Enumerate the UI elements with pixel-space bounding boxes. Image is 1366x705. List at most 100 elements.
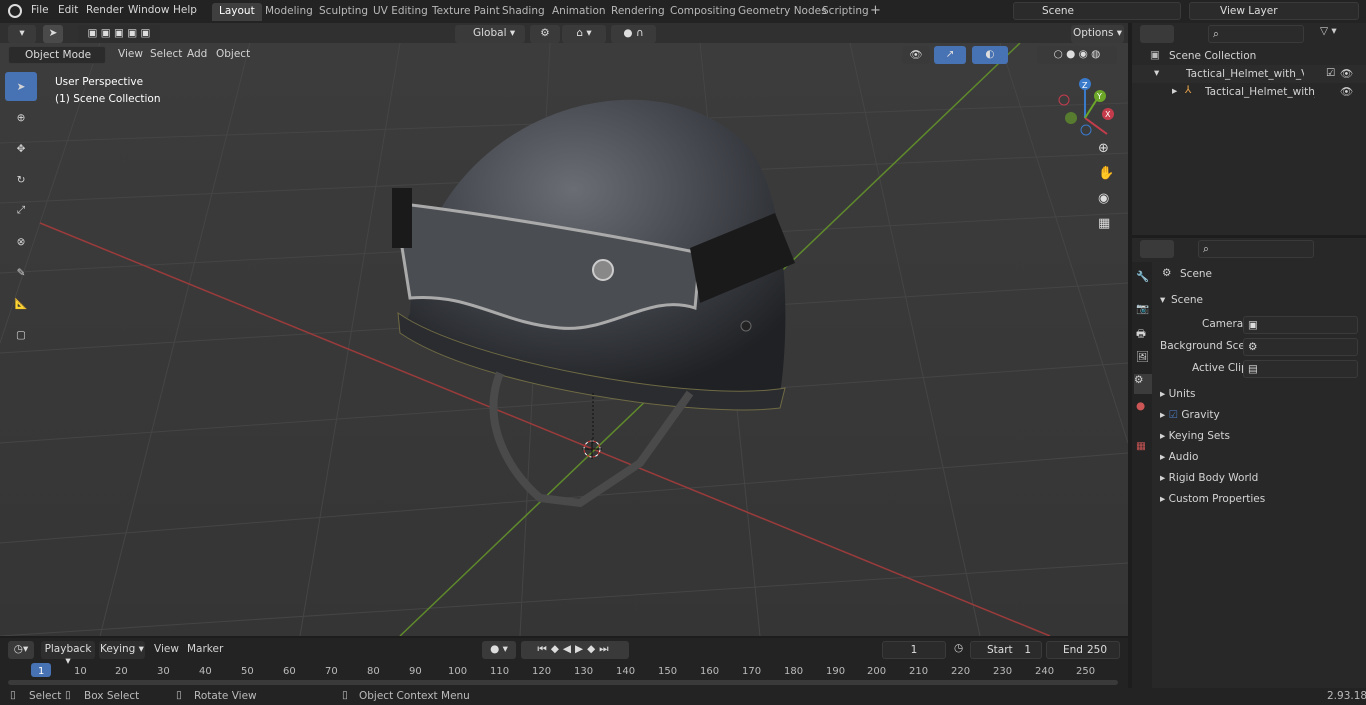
select-box-tool-icon[interactable]: ➤ [5,72,37,101]
pivot-icon[interactable]: ⚙ [530,25,560,43]
mouse-middle-icon: ▯ [176,689,182,701]
expand-chevron-icon[interactable]: ▸ [1172,85,1177,97]
scene-panel-title[interactable]: Scene [1171,294,1203,306]
tab-scripting[interactable]: Scripting [815,3,876,21]
expand-chevron-icon[interactable]: ▾ [1154,67,1159,79]
playback-controls[interactable]: ⏮◆◀▶◆⏭ [521,641,629,659]
background-scene-field[interactable]: ⚙ [1243,338,1358,356]
viewport-menu-object[interactable]: Object [216,48,250,60]
gravity-checkbox[interactable]: ☑ [1169,409,1178,421]
overlay-toggle-icon[interactable]: ◐ [972,46,1008,64]
camera-field[interactable]: ▣ [1243,316,1358,334]
menu-help[interactable]: Help [173,4,197,16]
mouse-right-icon: ▯ [342,689,348,701]
tab-rendering[interactable]: Rendering [604,3,672,21]
section-keying-sets[interactable]: ▸ Keying Sets [1160,430,1230,442]
record-button[interactable]: ● ▾ [482,641,516,659]
frame-tick: 60 [283,666,296,677]
clock-icon[interactable]: ◷ [954,642,963,654]
output-tab-icon[interactable]: 🖶 [1136,326,1146,344]
add-cube-tool-icon[interactable]: ▢ [5,320,37,349]
blender-logo-icon[interactable] [8,4,22,18]
add-workspace-icon[interactable]: + [870,3,881,18]
active-clip-field[interactable]: ▤ [1243,360,1358,378]
visibility-icon[interactable]: 👁 [902,46,930,64]
timeline-menu-marker[interactable]: Marker [187,643,223,655]
timeline-menu-view[interactable]: View [154,643,179,655]
tool-tab-icon[interactable]: 🔧 [1136,270,1149,283]
rotate-tool-icon[interactable]: ↻ [5,165,37,194]
viewport-menu-view[interactable]: View [118,48,143,60]
outliner-search-input[interactable]: ⌕ [1208,25,1304,43]
menu-edit[interactable]: Edit [58,4,78,16]
editor-type-button[interactable]: ▾ [8,25,36,43]
section-custom-properties[interactable]: ▸ Custom Properties [1160,493,1265,505]
section-units[interactable]: ▸ Units [1160,388,1195,400]
frame-tick: 220 [951,666,971,677]
viewport-header: Object Mode View Select Add Object 👁 ↗ ◐… [0,44,1128,65]
view-layer-selector[interactable]: View Layer [1189,2,1359,20]
section-audio[interactable]: ▸ Audio [1160,451,1198,463]
tab-modeling[interactable]: Modeling [258,3,320,21]
snap-icon[interactable]: ⌂ ▾ [562,25,606,43]
properties-tabs: 🔧 📷 🖶 🖼 ⚙ ● ▦ [1132,262,1152,688]
outliner-row-collection[interactable]: ▾ Tactical_Helmet_with_Visor_G ☑ 👁 [1132,65,1366,83]
render-tab-icon[interactable]: 📷 [1136,302,1149,315]
timeline-menu-playback[interactable]: Playback ▾ [41,641,95,667]
menu-file[interactable]: File [31,4,49,16]
outliner-row-object[interactable]: ▸ ⅄ Tactical_Helmet_with_Vis 👁 [1132,83,1366,101]
gizmo-toggle-icon[interactable]: ↗ [934,46,966,64]
eye-icon[interactable]: 👁 [1340,67,1353,80]
eye-icon[interactable]: 👁 [1340,85,1353,98]
start-frame-field[interactable]: Start 1 [970,641,1042,659]
viewport-menu-select[interactable]: Select [150,48,182,60]
current-frame-field[interactable]: 1 [882,641,946,659]
filter-icon[interactable]: ▽ ▾ [1320,25,1337,37]
properties-search-input[interactable]: ⌕ [1198,240,1314,258]
tab-layout[interactable]: Layout [212,3,262,21]
tab-shading[interactable]: Shading [495,3,552,21]
move-tool-icon[interactable]: ✥ [5,134,37,163]
perspective-toggle-icon[interactable]: ▦ [1098,216,1110,231]
tool-select-icon[interactable]: ➤ [43,25,63,43]
outliner-editor-type[interactable] [1140,25,1174,43]
transform-orientation[interactable]: Global ▾ [455,25,525,43]
shading-mode-buttons[interactable]: ○ ● ◉ ◍ [1037,46,1117,64]
outliner-item-collection[interactable]: Tactical_Helmet_with_Visor_G [1186,68,1304,80]
3d-viewport[interactable]: Z Y X User Perspective (1) Scene Collect… [0,43,1128,636]
timeline-scrollbar[interactable] [8,680,1118,685]
menu-window[interactable]: Window [128,4,169,16]
section-gravity[interactable]: ▸ ☑ Gravity [1160,409,1220,421]
end-frame-field[interactable]: End 250 [1046,641,1120,659]
outliner-item-object[interactable]: Tactical_Helmet_with_Vis [1205,86,1315,98]
scene-tab-icon[interactable]: ⚙ [1134,374,1152,394]
world-tab-icon[interactable]: ● [1136,400,1145,412]
options-button[interactable]: Options ▾ [1071,25,1124,43]
pan-hand-icon[interactable]: ✋ [1098,166,1114,181]
menu-render[interactable]: Render [86,4,123,16]
transform-tool-icon[interactable]: ⊗ [5,227,37,256]
scene-name: Scene [1042,5,1075,17]
camera-view-icon[interactable]: ◉ [1098,191,1109,206]
section-rigid-body-world[interactable]: ▸ Rigid Body World [1160,472,1258,484]
texture-tab-icon[interactable]: ▦ [1136,440,1146,452]
scale-tool-icon[interactable]: ⤢ [5,196,37,225]
tab-animation[interactable]: Animation [545,3,613,21]
annotate-tool-icon[interactable]: ✎ [5,258,37,287]
measure-tool-icon[interactable]: 📐 [5,289,37,318]
timeline-menu-keying[interactable]: Keying ▾ [99,641,145,659]
proportional-edit-icon[interactable]: ● ∩ [611,25,656,43]
mouse-drag-icon: ▯ [65,689,71,701]
select-mode-buttons[interactable]: ▣ ▣ ▣ ▣ ▣ [78,25,160,43]
object-mode-dropdown[interactable]: Object Mode [8,46,106,64]
status-select: Select [29,690,62,702]
viewport-menu-add[interactable]: Add [187,48,207,60]
cursor-tool-icon[interactable]: ⊕ [5,103,37,132]
checkbox-icon[interactable]: ☑ [1326,67,1335,79]
panel-chevron-icon[interactable]: ▾ [1160,294,1165,306]
properties-editor-type[interactable] [1140,240,1174,258]
view-layer-tab-icon[interactable]: 🖼 [1136,350,1149,363]
scene-selector[interactable]: Scene [1013,2,1181,20]
zoom-icon[interactable]: ⊕ [1098,141,1109,156]
timeline-editor-type[interactable]: ◷▾ [8,641,34,659]
